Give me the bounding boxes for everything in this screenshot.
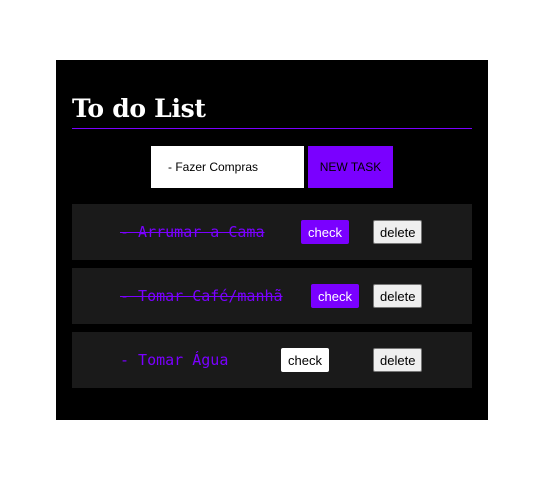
check-button[interactable]: check	[311, 284, 359, 308]
task-item: - Tomar Café/manhã check delete	[72, 268, 472, 324]
task-text: - Tomar Água	[120, 351, 229, 369]
task-text: - Arrumar a Cama	[120, 223, 265, 241]
task-text: - Tomar Café/manhã	[120, 287, 283, 305]
task-input[interactable]	[151, 146, 304, 188]
task-item: - Arrumar a Cama check delete	[72, 204, 472, 260]
todo-app: To do List NEW TASK - Arrumar a Cama che…	[56, 60, 488, 420]
check-button[interactable]: check	[281, 348, 329, 372]
page-title: To do List	[72, 94, 206, 123]
title-divider	[72, 128, 472, 129]
delete-button[interactable]: delete	[373, 220, 423, 244]
new-task-button[interactable]: NEW TASK	[308, 146, 393, 188]
delete-button[interactable]: delete	[373, 348, 423, 372]
delete-button[interactable]: delete	[373, 284, 423, 308]
task-item: - Tomar Água check delete	[72, 332, 472, 388]
check-button[interactable]: check	[301, 220, 349, 244]
task-list: - Arrumar a Cama check delete - Tomar Ca…	[72, 204, 472, 396]
